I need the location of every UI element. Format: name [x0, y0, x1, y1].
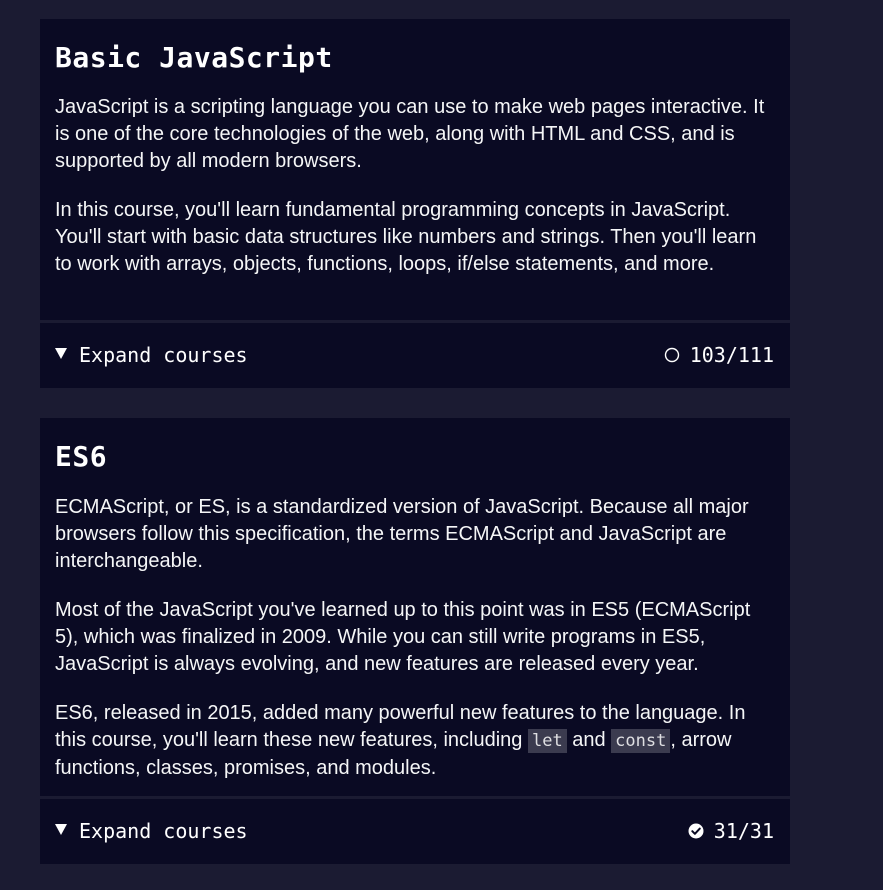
course-description-paragraph: Most of the JavaScript you've learned up… — [55, 599, 751, 675]
progress-count: 103/111 — [689, 343, 774, 367]
course-card-body: ES6 ECMAScript, or ES, is a standardized… — [40, 418, 790, 782]
incomplete-circle-icon — [664, 347, 679, 363]
course-description-paragraph: ECMAScript, or ES, is a standardized ver… — [55, 496, 749, 572]
complete-check-icon — [688, 823, 704, 839]
inline-code-const: const — [611, 729, 671, 753]
expand-courses-toggle[interactable]: Expand courses — [55, 343, 248, 367]
caret-down-icon — [55, 347, 67, 359]
course-progress: 103/111 — [664, 343, 774, 367]
inline-code-let: let — [527, 729, 567, 753]
caret-down-icon — [55, 823, 67, 835]
expand-courses-toggle[interactable]: Expand courses — [55, 819, 248, 843]
paragraph-text: and — [566, 729, 612, 751]
expand-courses-label: Expand courses — [79, 343, 248, 367]
progress-count: 31/31 — [713, 819, 774, 843]
course-card-basic-javascript: Basic JavaScript JavaScript is a scripti… — [40, 19, 790, 388]
course-title: ES6 — [55, 440, 108, 473]
course-card-es6: ES6 ECMAScript, or ES, is a standardized… — [40, 418, 790, 864]
expand-courses-button[interactable]: Expand courses 31/31 — [40, 799, 790, 863]
course-description-paragraph: JavaScript is a scripting language you c… — [55, 96, 765, 172]
course-description-paragraph: In this course, you'll learn fundamental… — [55, 199, 757, 275]
expand-courses-label: Expand courses — [79, 819, 248, 843]
course-progress: 31/31 — [688, 819, 774, 843]
course-description-paragraph: ES6, released in 2015, added many powerf… — [55, 700, 775, 782]
expand-courses-button[interactable]: Expand courses 103/111 — [40, 323, 790, 387]
course-card-body: Basic JavaScript JavaScript is a scripti… — [40, 19, 790, 278]
course-title: Basic JavaScript — [55, 41, 333, 74]
